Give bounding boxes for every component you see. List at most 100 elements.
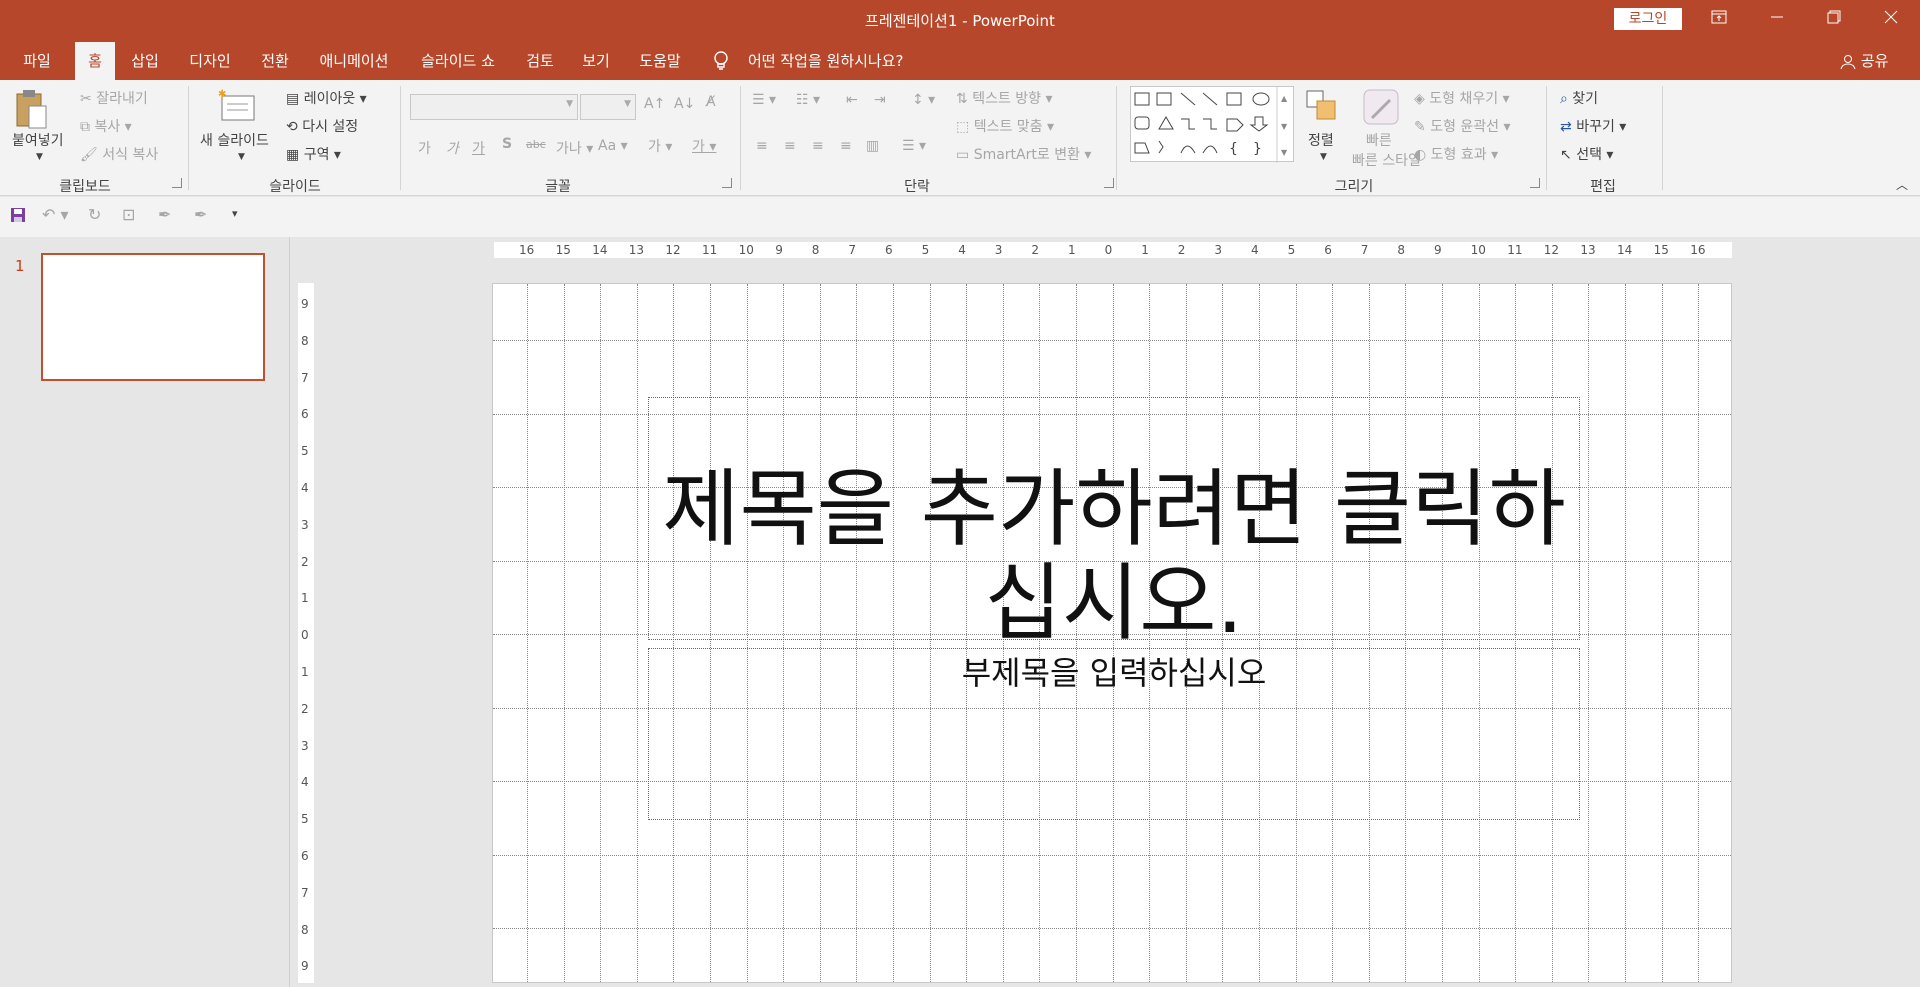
paragraph-launcher-icon[interactable] [1104, 178, 1114, 188]
restore-icon[interactable] [1810, 0, 1858, 38]
quick-styles-button[interactable]: 빠른 스타일 [1352, 150, 1421, 170]
text-direction-button[interactable]: ⇅ 텍스트 방향 ▾ [956, 88, 1053, 108]
minimize-icon[interactable] [1753, 0, 1801, 38]
collapse-ribbon-icon[interactable]: ︿ [1896, 176, 1908, 193]
highlight-button[interactable]: 가 ▾ [648, 136, 672, 156]
tab-design[interactable]: 디자인 [180, 42, 240, 80]
separator [740, 86, 741, 190]
underline-button[interactable]: 가 [472, 138, 485, 158]
grow-font-icon[interactable]: A↑ [644, 96, 665, 112]
bold-button[interactable]: 가 [418, 138, 431, 158]
slide-thumbnail[interactable] [41, 253, 265, 381]
arrange-icon[interactable] [1304, 88, 1340, 128]
ruler-tick: 14 [1617, 243, 1633, 257]
shape-effects-button[interactable]: ◐ 도형 효과 ▾ [1414, 144, 1498, 164]
strikethrough-button[interactable]: abc [526, 138, 546, 151]
font-name-select[interactable]: ▼ [410, 94, 578, 120]
tab-file[interactable]: 파일 [10, 42, 64, 80]
slide-canvas[interactable]: 제목을 추가하려면 클릭하 십시오. 부제목을 입력하십시오 [492, 283, 1732, 983]
shrink-font-icon[interactable]: A↓ [674, 96, 695, 112]
font-color-label: 가 [692, 139, 705, 155]
arrange-button[interactable]: 정렬 [1308, 130, 1334, 150]
slide-subtitle[interactable]: 부제목을 입력하십시오 [648, 648, 1580, 694]
paint-bucket-icon: ◈ [1414, 91, 1425, 107]
new-slide-button[interactable]: 새 슬라이드 [200, 130, 269, 150]
align-center-icon[interactable]: ≡ [784, 138, 796, 154]
decrease-indent-icon[interactable]: ⇤ [846, 92, 858, 108]
clear-format-icon[interactable]: A̸ [706, 94, 716, 110]
tell-me-search[interactable]: 어떤 작업을 원하시나요? [748, 42, 904, 80]
tab-review[interactable]: 검토 [518, 42, 562, 80]
quick-styles-label-1: 빠른 [1366, 133, 1392, 149]
customize-qat-icon[interactable]: ▾ [232, 207, 238, 220]
font-launcher-icon[interactable] [722, 178, 732, 188]
tab-home[interactable]: 홈 [75, 42, 115, 82]
ruler-tick: 1 [301, 665, 309, 679]
clipboard-launcher-icon[interactable] [172, 178, 182, 188]
shapes-gallery[interactable]: { } ▲ ▼ ▼ [1130, 86, 1294, 163]
undo-icon[interactable]: ↶ ▾ [42, 205, 69, 224]
increase-indent-icon[interactable]: ⇥ [874, 92, 886, 108]
bullets-icon[interactable]: ☰ ▾ [752, 92, 776, 108]
line-spacing-icon[interactable]: ↕ ▾ [912, 92, 935, 108]
paste-button[interactable]: 붙여넣기 [12, 130, 64, 150]
italic-button[interactable]: 가 [446, 138, 459, 158]
paste-dropdown-icon[interactable]: ▼ [36, 152, 43, 162]
signin-button[interactable]: 로그인 [1614, 8, 1682, 30]
svg-text:▼: ▼ [1281, 148, 1288, 157]
save-icon[interactable] [10, 207, 26, 227]
format-painter-button[interactable]: 🖌 서식 복사 [80, 144, 158, 164]
tab-slideshow[interactable]: 슬라이드 쇼 [410, 42, 506, 80]
shape-fill-button[interactable]: ◈ 도형 채우기 ▾ [1414, 88, 1510, 108]
tab-view[interactable]: 보기 [574, 42, 618, 80]
section-button[interactable]: ▦ 구역 ▾ [286, 144, 341, 164]
justify-icon[interactable]: ≡ [840, 138, 852, 154]
ribbon-display-icon[interactable] [1695, 0, 1743, 38]
shape-outline-button[interactable]: ✎ 도형 윤곽선 ▾ [1414, 116, 1511, 136]
change-case-button[interactable]: Aa ▾ [598, 138, 628, 154]
reset-button[interactable]: ⟲ 다시 설정 [286, 116, 358, 136]
eyedropper-text-icon[interactable]: ✒ [194, 205, 207, 224]
presentation-icon[interactable]: ⊡ [122, 205, 135, 224]
quick-styles-icon[interactable] [1362, 88, 1400, 130]
tab-transitions[interactable]: 전환 [252, 42, 298, 80]
ribbon-tabs: 파일 홈 삽입 디자인 전환 애니메이션 슬라이드 쇼 검토 보기 도움말 어떤… [0, 42, 1920, 82]
numbering-icon[interactable]: ☷ ▾ [796, 92, 820, 108]
copy-label: 복사 [94, 119, 121, 135]
align-right-icon[interactable]: ≡ [812, 138, 824, 154]
tab-insert[interactable]: 삽입 [122, 42, 168, 80]
cut-label: 잘라내기 [96, 91, 148, 107]
new-slide-icon[interactable]: ✱ [218, 88, 258, 128]
align-left-icon[interactable]: ≡ [756, 138, 768, 154]
vertical-ruler[interactable]: 9 8 7 6 5 4 3 2 1 0 1 2 3 4 5 6 7 8 9 [298, 283, 314, 983]
layout-button[interactable]: ▤ 레이아웃 ▾ [286, 88, 367, 108]
tab-animations[interactable]: 애니메이션 [310, 42, 398, 80]
eyedropper-icon[interactable]: ✒ [158, 205, 171, 224]
char-spacing-button[interactable]: 가나 ▾ [556, 138, 593, 158]
select-button[interactable]: ↖ 선택 ▾ [1560, 144, 1613, 164]
distributed-icon[interactable]: ▥ [866, 138, 879, 154]
columns-icon[interactable]: ☰ ▾ [902, 138, 926, 154]
font-color-button[interactable]: 가 ▾ [692, 136, 716, 156]
font-size-select[interactable]: ▼ [580, 94, 636, 120]
cut-button[interactable]: ✂ 잘라내기 [80, 88, 148, 108]
share-button[interactable]: 공유 [1840, 42, 1888, 80]
slide-title[interactable]: 제목을 추가하려면 클릭하 십시오. [648, 462, 1580, 650]
align-text-button[interactable]: ⬚ 텍스트 맞춤 ▾ [956, 116, 1054, 136]
tab-help[interactable]: 도움말 [630, 42, 690, 80]
find-button[interactable]: ⌕ 찾기 [1560, 88, 1598, 108]
smartart-button[interactable]: ▭ SmartArt로 변환 ▾ [956, 144, 1091, 164]
ruler-tick: 9 [1434, 243, 1442, 257]
ruler-tick: 0 [1104, 243, 1113, 257]
horizontal-ruler[interactable]: 16 15 14 13 12 11 10 9 8 7 6 5 4 3 2 1 0 1 2 3 4 5 6 7 8 9 10 11 12 1… [494, 242, 1732, 258]
share-label: 공유 [1860, 52, 1889, 70]
copy-button[interactable]: ⧉ 복사 ▾ [80, 116, 132, 136]
replace-button[interactable]: ⇄ 바꾸기 ▾ [1560, 116, 1626, 136]
redo-icon[interactable]: ↻ [88, 205, 101, 224]
close-icon[interactable] [1867, 0, 1915, 38]
drawing-launcher-icon[interactable] [1530, 178, 1540, 188]
arrange-dropdown-icon[interactable]: ▼ [1320, 152, 1327, 162]
thumbnail-number: 1 [15, 257, 25, 275]
shadow-button[interactable]: S [502, 136, 512, 152]
new-slide-dropdown-icon[interactable]: ▼ [238, 152, 245, 162]
